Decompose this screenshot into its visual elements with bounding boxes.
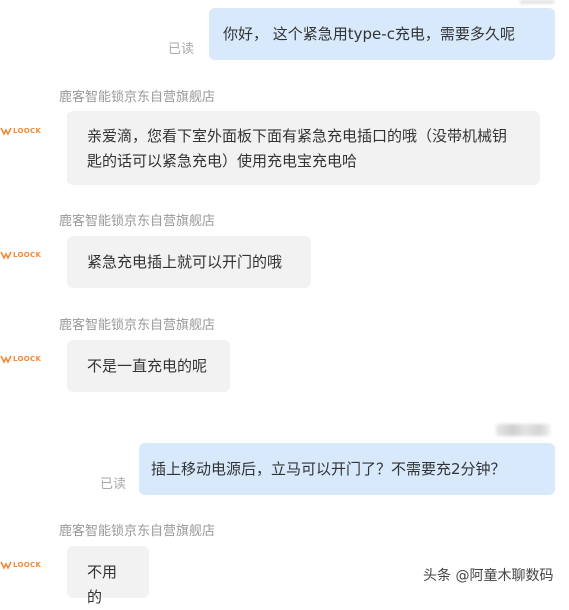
sender-name: 鹿客智能锁京东自营旗舰店 [59, 90, 216, 105]
outgoing-message-bubble[interactable]: 插上移动电源后，立马可以开门了？不需要充2分钟？ [139, 443, 555, 495]
shop-logo: LOOCK [0, 124, 41, 138]
incoming-message-bubble[interactable]: 不用的 [67, 546, 149, 606]
watermark: 头条 @阿童木聊数码 [423, 568, 554, 584]
sender-name: 鹿客智能锁京东自营旗舰店 [59, 318, 216, 333]
read-status: 已读 [168, 42, 195, 57]
loock-logo-icon [0, 127, 12, 136]
loock-logo-icon [0, 561, 12, 570]
logo-text: LOOCK [13, 561, 42, 569]
logo-text: LOOCK [13, 355, 42, 363]
loock-logo-icon [0, 355, 12, 364]
outgoing-message-bubble[interactable]: 你好， 这个紧急用type-c充电，需要多久呢 [209, 8, 555, 60]
incoming-message-bubble[interactable]: 紧急充电插上就可以开门的哦 [67, 236, 311, 288]
incoming-message-bubble[interactable]: 不是一直充电的呢 [67, 340, 230, 392]
loock-logo-icon [0, 251, 12, 260]
incoming-message-bubble[interactable]: 亲爱滴，您看下室外面板下面有紧急充电插口的哦（没带机械钥匙的话可以紧急充电）使用… [67, 111, 540, 185]
read-status: 已读 [100, 477, 127, 492]
shop-logo: LOOCK [0, 558, 41, 572]
sender-name: 鹿客智能锁京东自营旗舰店 [59, 214, 216, 229]
logo-text: LOOCK [13, 127, 42, 135]
blurred-username-top [520, 0, 554, 4]
blurred-username [496, 424, 550, 436]
sender-name: 鹿客智能锁京东自营旗舰店 [59, 524, 216, 539]
shop-logo: LOOCK [0, 248, 41, 262]
logo-text: LOOCK [13, 251, 42, 259]
shop-logo: LOOCK [0, 352, 41, 366]
